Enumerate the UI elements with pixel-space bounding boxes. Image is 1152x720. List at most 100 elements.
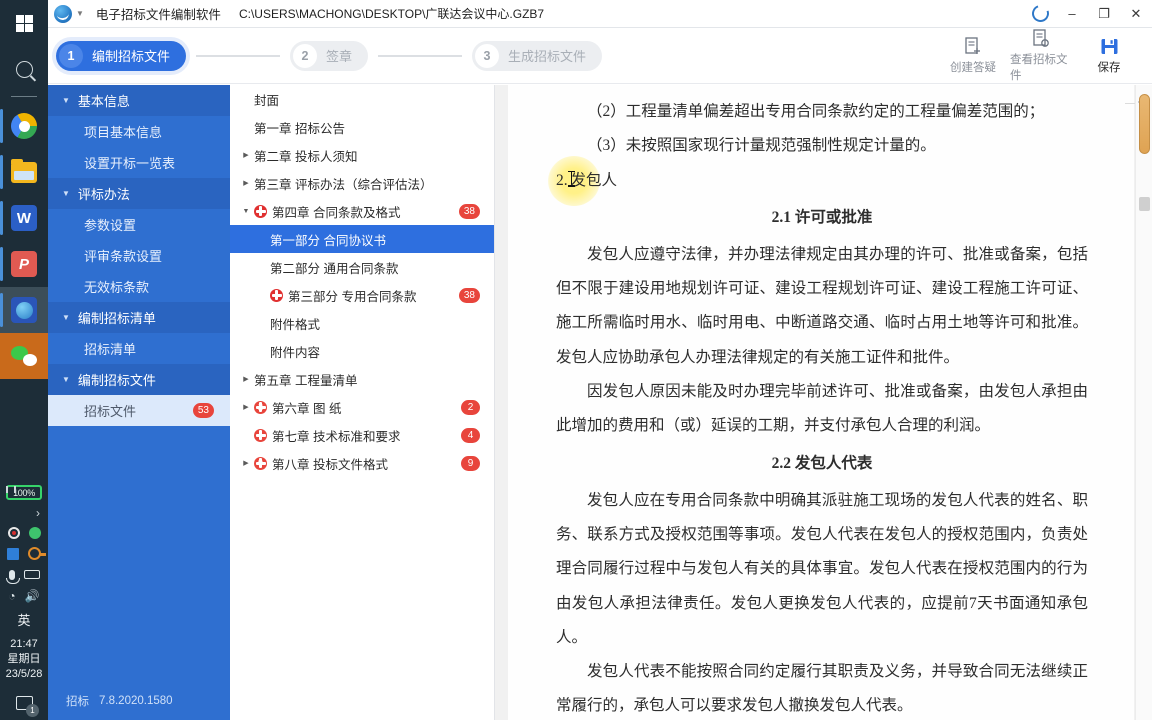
sidebar-item-bid-opening-table[interactable]: 设置开标一览表 (48, 147, 230, 178)
sidebar-item-label: 评审条款设置 (84, 249, 163, 264)
start-button[interactable] (0, 0, 48, 46)
taskbar-app-word[interactable]: W (0, 195, 48, 241)
tree-item-cover[interactable]: 封面 (230, 85, 494, 113)
paragraph-clause-3: （3）未按照国家现行计量规范强制性规定计量的。 (587, 137, 936, 155)
close-button[interactable]: ✕ (1120, 0, 1152, 28)
running-indicator (0, 109, 3, 143)
tree-item-part-3[interactable]: 第三部分 专用合同条款 38 (230, 281, 494, 309)
record-icon[interactable] (7, 526, 20, 539)
chevron-right-icon[interactable]: ▶ (238, 403, 254, 411)
application-window: ▼ 电子招标文件编制软件 C:\USERS\MACHONG\DESKTOP\广联… (48, 0, 1152, 720)
key-icon[interactable] (28, 547, 46, 560)
create-clarification-button[interactable]: 创建答疑 (942, 36, 1004, 75)
tree-item-label: 第六章 图 纸 (272, 401, 342, 416)
app-blue-icon[interactable] (7, 547, 19, 560)
chevron-down-icon[interactable]: ▼ (238, 208, 254, 215)
clock-weekday: 星期日 (7, 653, 41, 665)
sidebar-group-evaluation-method[interactable]: ▼ 评标办法 (48, 178, 230, 209)
taskbar-app-pdf[interactable]: P (0, 241, 48, 287)
tree-item-chapter-2[interactable]: ▶ 第二章 投标人须知 (230, 141, 494, 169)
tray-expand-button[interactable]: › (0, 504, 48, 522)
sidebar-item-invalid-bid-clause[interactable]: 无效标条款 (48, 271, 230, 302)
step-2-sign[interactable]: 2 签章 (290, 40, 369, 71)
chevron-right-icon[interactable]: ▶ (238, 151, 254, 159)
scrollbar-secondary-thumb[interactable] (1139, 197, 1150, 211)
notification-center-button[interactable]: 1 (0, 686, 48, 720)
chevron-right-icon[interactable]: ▶ (238, 459, 254, 467)
microphone-icon[interactable] (5, 569, 20, 584)
taskbar-app-chrome[interactable] (0, 103, 48, 149)
tree-item-badge: 38 (458, 203, 480, 219)
heading-2-1: 2.1 许可或批准 (771, 208, 873, 226)
help-button[interactable] (1024, 0, 1056, 28)
document-scrollbar[interactable] (1135, 85, 1152, 720)
taskbar-search-button[interactable] (0, 46, 48, 92)
taskbar-divider (11, 96, 37, 97)
document-viewer[interactable]: （2）工程量清单偏差超出专用合同条款约定的工程量偏差范围的； （3）未按照国家现… (495, 85, 1152, 720)
tree-item-part-2[interactable]: 第二部分 通用合同条款 (230, 253, 494, 281)
clock[interactable]: 21:47 星期日 23/5/28 (0, 631, 48, 686)
pdf-icon: P (11, 251, 37, 277)
sidebar-item-parameter-settings[interactable]: 参数设置 (48, 209, 230, 240)
sidebar-item-label: 参数设置 (84, 218, 137, 233)
tree-item-label: 第三部分 专用合同条款 (288, 289, 417, 304)
chevron-right-icon[interactable]: ▶ (238, 179, 254, 187)
save-button[interactable]: 保存 (1078, 36, 1140, 75)
taskbar-app-explorer[interactable] (0, 149, 48, 195)
chevron-down-icon[interactable]: ▼ (76, 9, 84, 18)
document-plus-icon (964, 36, 982, 56)
wifi-icon[interactable]: ◔ (8, 589, 15, 603)
tree-item-chapter-4[interactable]: ▼ 第四章 合同条款及格式 38 (230, 197, 494, 225)
sidebar-item-bid-list[interactable]: 招标清单 (48, 333, 230, 364)
tree-item-attachment-content[interactable]: 附件内容 (230, 337, 494, 365)
chevron-right-icon[interactable]: ▶ (238, 375, 254, 383)
sidebar-group-basic-info[interactable]: ▼ 基本信息 (48, 85, 230, 116)
tree-item-label: 第一章 招标公告 (254, 121, 345, 136)
sidebar-footer-label: 招标 (66, 696, 89, 708)
clock-time: 21:47 (10, 638, 38, 650)
error-icon (254, 204, 267, 218)
tree-item-chapter-7[interactable]: 4 第七章 技术标准和要求 4 (230, 421, 494, 449)
speaker-icon[interactable]: 🔊 (25, 589, 40, 603)
sidebar-item-review-clause-settings[interactable]: 评审条款设置 (48, 240, 230, 271)
sidebar-item-project-basic-info[interactable]: 项目基本信息 (48, 116, 230, 147)
main-body: ▼ 基本信息 项目基本信息 设置开标一览表 ▼ 评标办法 参数设置 评审条款设置 (48, 85, 1152, 720)
ime-indicator[interactable]: 英 (0, 606, 48, 631)
step-1-compose[interactable]: 1 编制招标文件 (56, 40, 187, 71)
running-indicator (0, 201, 3, 235)
sidebar-item-tender-document[interactable]: 招标文件 53 (48, 395, 230, 426)
sidebar-group-compose-bid-list[interactable]: ▼ 编制招标清单 (48, 302, 230, 333)
tree-item-part-1[interactable]: 第一部分 合同协议书 (230, 225, 494, 253)
paragraph-2-2-body-2: 发包人代表不能按照合同约定履行其职责及义务，并导致合同无法继续正常履行的，承包人… (556, 663, 1088, 715)
tree-item-chapter-5[interactable]: ▶ 第五章 工程量清单 (230, 365, 494, 393)
document-page[interactable]: （2）工程量清单偏差超出专用合同条款约定的工程量偏差范围的； （3）未按照国家现… (508, 85, 1134, 720)
minimize-button[interactable]: – (1056, 0, 1088, 28)
tree-item-chapter-3[interactable]: ▶ 第三章 评标办法（综合评估法） (230, 169, 494, 197)
tree-item-chapter-1[interactable]: 第一章 招标公告 (230, 113, 494, 141)
view-tender-doc-button[interactable]: 查看招标文件 (1010, 28, 1072, 83)
tree-item-label: 附件格式 (270, 317, 321, 332)
sidebar-item-label: 设置开标一览表 (84, 156, 176, 171)
sidebar-footer-version: 7.8.2020.1580 (99, 695, 173, 707)
document-view-icon (1032, 28, 1050, 48)
taskbar-app-wechat[interactable] (0, 333, 48, 379)
tray-row-2 (0, 543, 48, 564)
keyboard-icon[interactable] (23, 570, 40, 579)
paragraph-2-1-body: 发包人应遵守法律，并办理法律规定由其办理的许可、批准或备案，包括但不限于建设用地… (556, 245, 1088, 366)
taskbar-app-glodon[interactable] (0, 287, 48, 333)
maximize-button[interactable]: ❐ (1088, 0, 1120, 28)
sidebar-item-label: 招标文件 (84, 404, 137, 419)
sidebar-group-compose-tender-doc[interactable]: ▼ 编制招标文件 (48, 364, 230, 395)
step-wizard-bar: 1 编制招标文件 2 签章 3 生成招标文件 创建答疑 查看招标文件 保存 (48, 28, 1152, 84)
tree-item-attachment-format[interactable]: 附件格式 (230, 309, 494, 337)
tree-item-chapter-8[interactable]: ▶ 9 第八章 投标文件格式 9 (230, 449, 494, 477)
app-logo-icon[interactable] (54, 4, 72, 23)
step-3-generate[interactable]: 3 生成招标文件 (472, 40, 603, 71)
status-green-icon[interactable] (28, 526, 41, 539)
scrollbar-thumb[interactable] (1139, 94, 1150, 154)
heading-section-2-highlighted[interactable]: 2. 发包人 (548, 155, 1088, 206)
tree-item-chapter-6[interactable]: ▶ 2 第六章 图 纸 2 (230, 393, 494, 421)
tray-row-1 (0, 522, 48, 543)
search-icon (15, 60, 33, 78)
tree-item-label: 附件内容 (270, 345, 321, 360)
